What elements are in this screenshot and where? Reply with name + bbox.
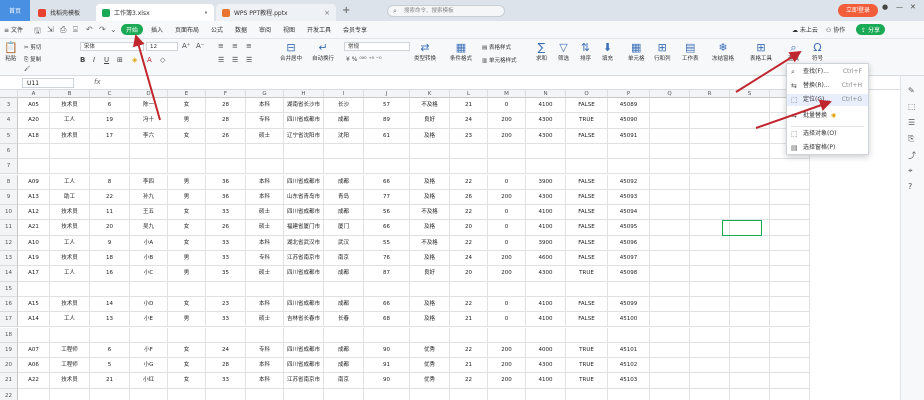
arrow-to-find — [735, 50, 802, 93]
arrow-to-home-tab — [132, 34, 161, 121]
arrow-to-goto — [755, 99, 832, 129]
annotation-arrows — [132, 34, 832, 129]
